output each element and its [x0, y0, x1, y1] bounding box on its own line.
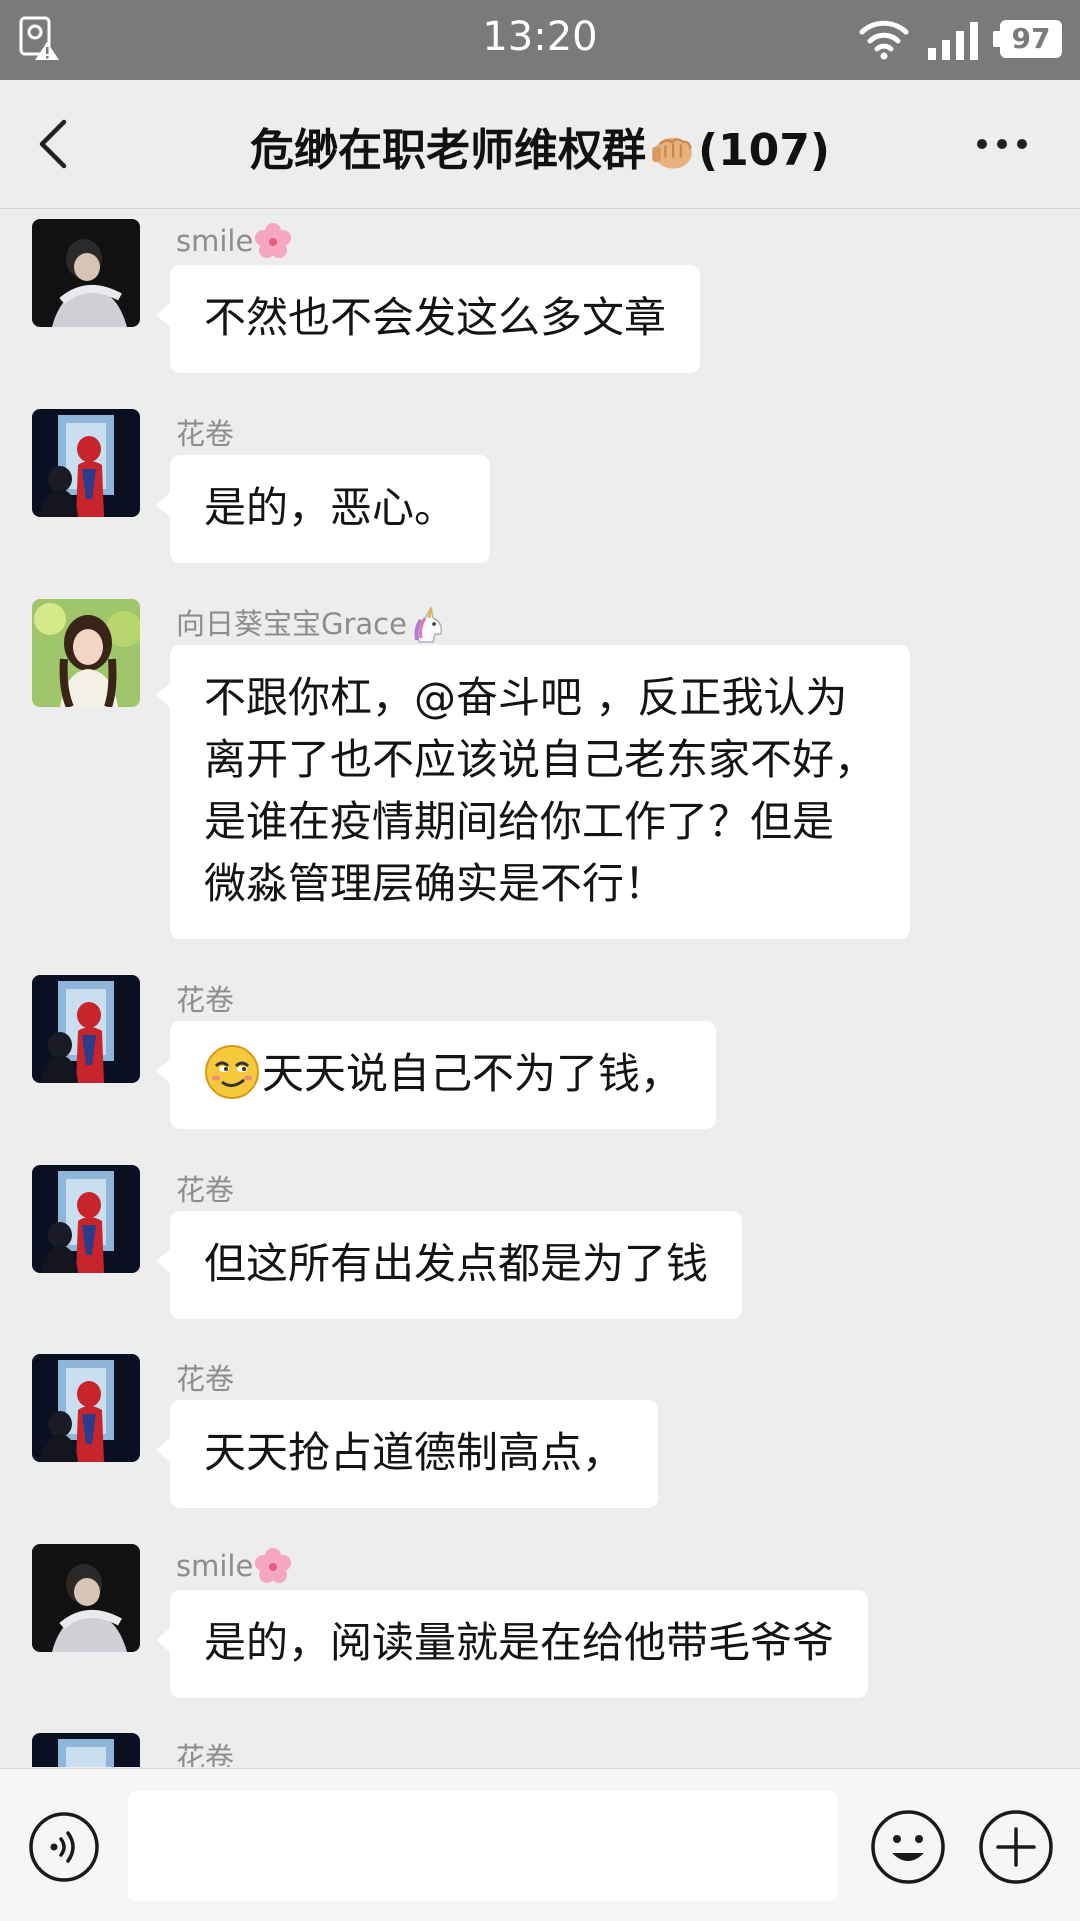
- input-bar: [0, 1768, 1080, 1921]
- fist-emoji: [652, 137, 692, 169]
- signal-icon: [928, 22, 978, 60]
- avatar[interactable]: [32, 409, 140, 517]
- status-bar: 13:20 97: [0, 0, 1080, 80]
- sender-name: 花卷: [176, 983, 235, 1017]
- more-icon[interactable]: [974, 136, 1030, 152]
- chat-header: 危缈在职老师维权群 (107): [0, 80, 1080, 209]
- page-title: 危缈在职老师维权群 (107): [120, 114, 960, 178]
- cherry-blossom-emoji: [255, 223, 292, 258]
- member-count: (107): [697, 125, 831, 176]
- message-bubble[interactable]: 天天说自己不为了钱，: [155, 1021, 717, 1129]
- sender-name: 向日葵宝宝Grace: [176, 601, 447, 644]
- back-icon[interactable]: [30, 116, 74, 172]
- wifi-icon: [859, 20, 909, 60]
- message-bubble[interactable]: 不跟你杠，@奋斗吧 ，反正我认为 离开了也不应该说自己老东家不好， 是谁在疫情期…: [155, 645, 911, 939]
- unicorn-emoji: [414, 605, 443, 643]
- voice-icon[interactable]: [28, 1811, 100, 1883]
- avatar[interactable]: [32, 1544, 140, 1652]
- message-bubble[interactable]: 不然也不会发这么多文章: [155, 265, 701, 373]
- sender-name: 花卷: [176, 1362, 235, 1396]
- sender-name: smile: [176, 221, 293, 261]
- message-list[interactable]: smile 不然也不会发这么多文章 花卷 是的，恶心。 向日葵宝宝Grace 不…: [0, 209, 1080, 1767]
- avatar[interactable]: [32, 1354, 140, 1462]
- sender-name: 花卷: [176, 1173, 235, 1207]
- avatar[interactable]: [32, 1165, 140, 1273]
- cherry-blossom-emoji: [255, 1548, 292, 1583]
- sender-name: smile: [176, 1546, 293, 1586]
- avatar[interactable]: [32, 599, 140, 707]
- message-bubble[interactable]: 但这所有出发点都是为了钱: [155, 1211, 743, 1319]
- smirk-emoji: [205, 1045, 259, 1099]
- battery-icon: 97: [993, 20, 1062, 58]
- avatar[interactable]: [32, 1733, 140, 1767]
- sender-name: 花卷: [176, 1741, 235, 1767]
- message-bubble[interactable]: 是的，阅读量就是在给他带毛爷爷: [155, 1590, 869, 1698]
- avatar[interactable]: [32, 219, 140, 327]
- sender-name: 花卷: [176, 417, 235, 451]
- status-time: 13:20: [482, 14, 598, 60]
- group-name: 危缈在职老师维权群: [249, 125, 646, 176]
- avatar[interactable]: [32, 975, 140, 1083]
- message-bubble[interactable]: 是的，恶心。: [155, 455, 491, 563]
- plus-icon[interactable]: [978, 1809, 1054, 1885]
- emoji-icon[interactable]: [870, 1809, 946, 1885]
- message-bubble[interactable]: 天天抢占道德制高点，: [155, 1400, 659, 1508]
- message-input[interactable]: [128, 1791, 838, 1901]
